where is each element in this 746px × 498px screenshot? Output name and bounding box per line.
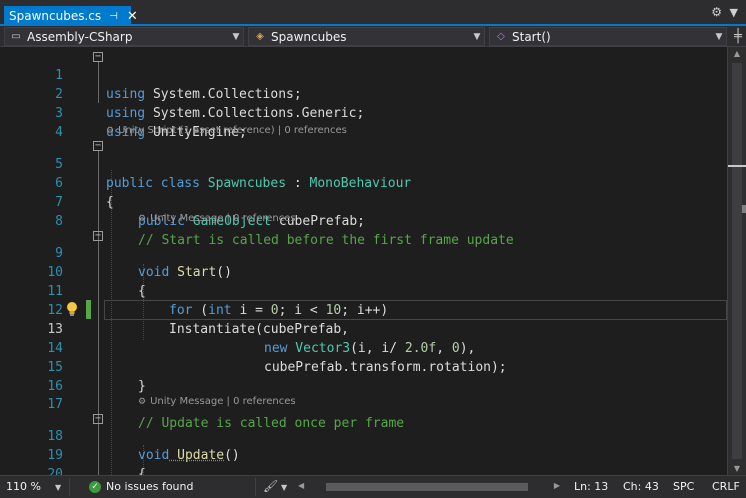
code-line: 15 } (0, 339, 727, 394)
member-dropdown[interactable]: ◇ Start() ▼ (489, 27, 727, 46)
chevron-down-icon[interactable]: ▼ (229, 32, 243, 42)
code-line: 21 } (0, 464, 727, 475)
line-endings-indicator[interactable]: CRLF (712, 480, 740, 493)
code-line: 2 using System.Collections.Generic; (0, 66, 727, 121)
codelens-start[interactable]: ⚙ Unity Message | 0 references (138, 211, 296, 226)
code-line: 12 Instantiate(cubePrefab, (0, 282, 727, 337)
code-line: 10 { (0, 244, 727, 299)
tab-spawncubes-cs[interactable]: Spawncubes.cs ⊣ ✕ (4, 6, 138, 26)
method-icon: ◇ (497, 31, 505, 42)
line-indicator: Ln: 13 (574, 480, 609, 493)
code-line: 4 (0, 104, 727, 140)
project-icon: ▭ (11, 31, 21, 42)
unity-icon: ⚙ (138, 214, 147, 224)
close-icon[interactable]: ✕ (127, 9, 138, 24)
navigation-bar: ▭ Assembly-CSharp ▼ ◈ Spawncubes ▼ ◇ Sta… (0, 26, 746, 47)
code-line-current: 13 new Vector3(i, i/ 2.0f, 0), (0, 301, 727, 356)
code-line: 17 // Update is called once per frame (0, 376, 727, 431)
fold-toggle[interactable]: − (93, 231, 103, 241)
caret-position-marker (728, 165, 746, 167)
fold-toggle[interactable]: − (93, 141, 103, 151)
code-line: 8 // Start is called before the first fr… (0, 193, 727, 248)
code-line: 1 using System.Collections; (0, 47, 727, 102)
scroll-right-arrow-icon[interactable]: ▶ (554, 481, 560, 490)
scroll-down-arrow-icon[interactable]: ▼ (728, 464, 746, 473)
member-label: Start() (512, 29, 551, 44)
code-line: 16 (0, 358, 727, 394)
unity-icon: ⚙ (138, 397, 147, 407)
divider (69, 478, 70, 496)
split-window-icon[interactable]: ╪ (734, 29, 742, 44)
codelens-update[interactable]: ⚙ Unity Message | 0 references (138, 394, 296, 409)
issues-status[interactable]: No issues found (106, 480, 193, 493)
project-dropdown[interactable]: ▭ Assembly-CSharp ▼ (4, 27, 244, 46)
whitespace-indicator[interactable]: SPC (673, 480, 694, 493)
check-circle-icon: ✓ (89, 481, 101, 493)
chevron-down-icon[interactable]: ▼ (281, 483, 287, 492)
change-marker (742, 205, 746, 213)
code-editor[interactable]: 1 using System.Collections; − 2 using Sy… (0, 47, 727, 475)
scroll-up-arrow-icon[interactable]: ▲ (728, 49, 746, 58)
zoom-level[interactable]: 110 % (6, 480, 41, 493)
code-line: 6 { (0, 155, 727, 210)
editor-status-bar: 110 % ▼ ✓ No issues found 🖌 ▼ ◀ ▶ Ln: 13… (0, 475, 746, 498)
settings-gear-icon[interactable]: ⚙ (711, 5, 722, 19)
code-line: 11 for (int i = 0; i < 10; i++) (0, 263, 727, 318)
document-tab-strip: Spawncubes.cs ⊣ ✕ ⚙ ▼ (0, 0, 746, 26)
unity-icon: ⚙ (106, 126, 115, 136)
horizontal-scrollbar[interactable]: ◀ ▶ (298, 481, 560, 493)
chevron-down-icon[interactable]: ▼ (55, 483, 61, 492)
code-line: 18 void Update() (0, 408, 727, 463)
divider (255, 478, 256, 496)
chevron-down-icon[interactable]: ▼ (712, 32, 726, 42)
code-line: 20 (0, 446, 727, 475)
fold-toggle[interactable]: − (93, 414, 103, 424)
code-line: 14 cubePrefab.transform.rotation); (0, 320, 727, 375)
class-icon: ◈ (256, 31, 264, 42)
scrollbar-thumb[interactable] (732, 63, 742, 459)
code-line: 3 using UnityEngine; (0, 85, 727, 140)
vertical-scrollbar[interactable]: ▲ ▼ (727, 47, 746, 475)
code-line: 19 { (0, 427, 727, 475)
scroll-left-arrow-icon[interactable]: ◀ (298, 481, 304, 490)
code-line: 9 void Start() (0, 225, 727, 280)
tab-overflow-chevron-icon[interactable]: ▼ (730, 6, 738, 19)
type-dropdown[interactable]: ◈ Spawncubes ▼ (248, 27, 485, 46)
horizontal-scrollbar-thumb[interactable] (326, 483, 528, 491)
code-cleanup-brush-icon[interactable]: 🖌 (263, 479, 278, 493)
type-label: Spawncubes (271, 29, 347, 44)
code-line: 7 public GameObject cubePrefab; (0, 174, 727, 229)
tab-title: Spawncubes.cs (9, 9, 102, 23)
column-indicator: Ch: 43 (623, 480, 659, 493)
code-line: 5 public class Spawncubes : MonoBehaviou… (0, 136, 727, 191)
fold-toggle[interactable]: − (93, 52, 103, 62)
chevron-down-icon[interactable]: ▼ (470, 32, 484, 42)
pin-icon[interactable]: ⊣ (109, 11, 118, 22)
project-label: Assembly-CSharp (27, 29, 133, 44)
